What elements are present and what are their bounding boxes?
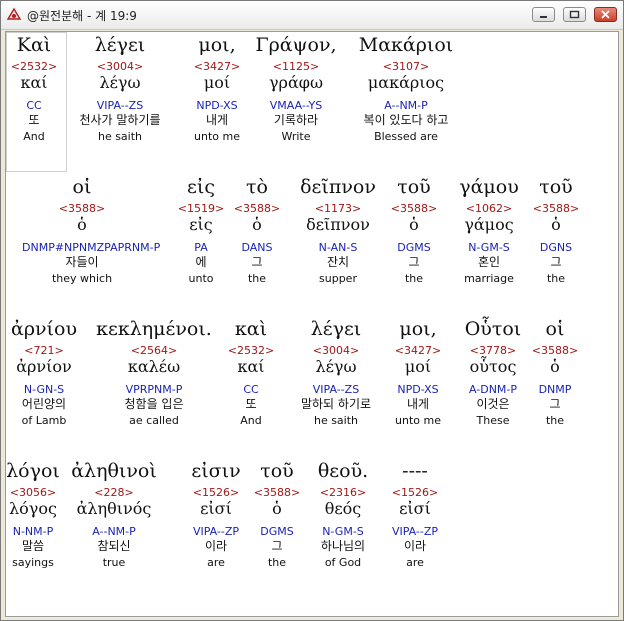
word-english: they which — [51, 272, 113, 285]
word-english: of Lamb — [21, 414, 67, 427]
word-korean: 이라 — [403, 539, 427, 553]
word-column[interactable]: ---- <1526> εἰσί VIPA--ZP 이라 are — [355, 462, 475, 572]
word-lemma: ὁ — [550, 357, 560, 376]
word-column[interactable]: τοῦ <3588> ὁ DGNS 그 the — [496, 178, 616, 288]
word-parse: VIPA--ZP — [391, 525, 439, 538]
close-icon — [601, 10, 610, 19]
word-greek: Γράψον, — [255, 34, 337, 56]
word-parse: VMAA--YS — [269, 99, 323, 112]
word-greek: ἀρνίου — [11, 318, 77, 340]
word-lemma: ἀρνίον — [16, 357, 72, 376]
word-lemma: ὁ — [551, 215, 561, 234]
word-lemma: ὁ — [77, 215, 87, 234]
word-parse: DGNS — [539, 241, 573, 254]
word-english: Blessed are — [374, 130, 438, 143]
maximize-icon — [569, 10, 580, 19]
word-korean: 어린양의 — [21, 397, 67, 411]
word-english: are — [406, 556, 424, 569]
word-column[interactable]: Γράψον, <1125> γράφω VMAA--YS 기록하라 Write — [236, 36, 356, 146]
minimize-icon — [540, 16, 547, 18]
word-korean: 자들이 — [65, 255, 99, 269]
word-english: the — [545, 414, 565, 427]
word-lemma: εἰσί — [399, 499, 431, 518]
app-logo-icon — [6, 7, 22, 20]
word-english: Write — [281, 130, 311, 143]
interlinear-window: @원전분해 - 계 19:9 Καὶ <2532> καί CC 또 And λέγει <3… — [0, 0, 624, 621]
word-greek: Μακάριοι — [358, 34, 454, 56]
word-korean: 그 — [550, 255, 562, 269]
word-korean: 기록하라 — [273, 113, 319, 127]
word-parse: DNMP#NPNMZPAPRNM-P — [22, 241, 161, 254]
window-title: @원전분해 - 계 19:9 — [27, 9, 137, 23]
word-greek: ---- — [402, 460, 428, 482]
title-bar[interactable]: @원전분해 - 계 19:9 — [1, 1, 623, 30]
word-column[interactable]: οἱ <3588> ὁ DNMP#NPNMZPAPRNM-P 자들이 they which — [22, 176, 161, 288]
word-column[interactable]: οἱ <3588> ὁ DNMP 그 the — [495, 320, 615, 430]
word-lemma: γράφω — [268, 73, 324, 92]
word-parse: DNMP — [538, 383, 572, 396]
word-greek: τοῦ — [539, 176, 573, 198]
word-parse: N-GN-S — [23, 383, 65, 396]
interlinear-panel: Καὶ <2532> καί CC 또 And λέγει <3004> λέγω VIPA--Z… — [5, 31, 619, 617]
word-greek: οἱ — [72, 176, 92, 198]
word-korean: 복이 있도다 하고 — [363, 113, 449, 127]
minimize-button[interactable] — [532, 7, 555, 22]
close-button[interactable] — [594, 7, 617, 22]
word-english: the — [546, 272, 566, 285]
word-column[interactable]: ἀρνίου <721> ἀρνίον N-GN-S 어린양의 of Lamb — [0, 320, 104, 430]
maximize-button[interactable] — [563, 7, 586, 22]
word-parse: A--NM-P — [384, 99, 428, 112]
word-lemma: μακάριος — [367, 73, 445, 92]
word-column[interactable]: Μακάριοι <3107> μακάριος A--NM-P 복이 있도다 하고 Bl… — [346, 36, 466, 146]
word-greek: οἱ — [545, 318, 565, 340]
word-korean: 그 — [549, 397, 561, 411]
